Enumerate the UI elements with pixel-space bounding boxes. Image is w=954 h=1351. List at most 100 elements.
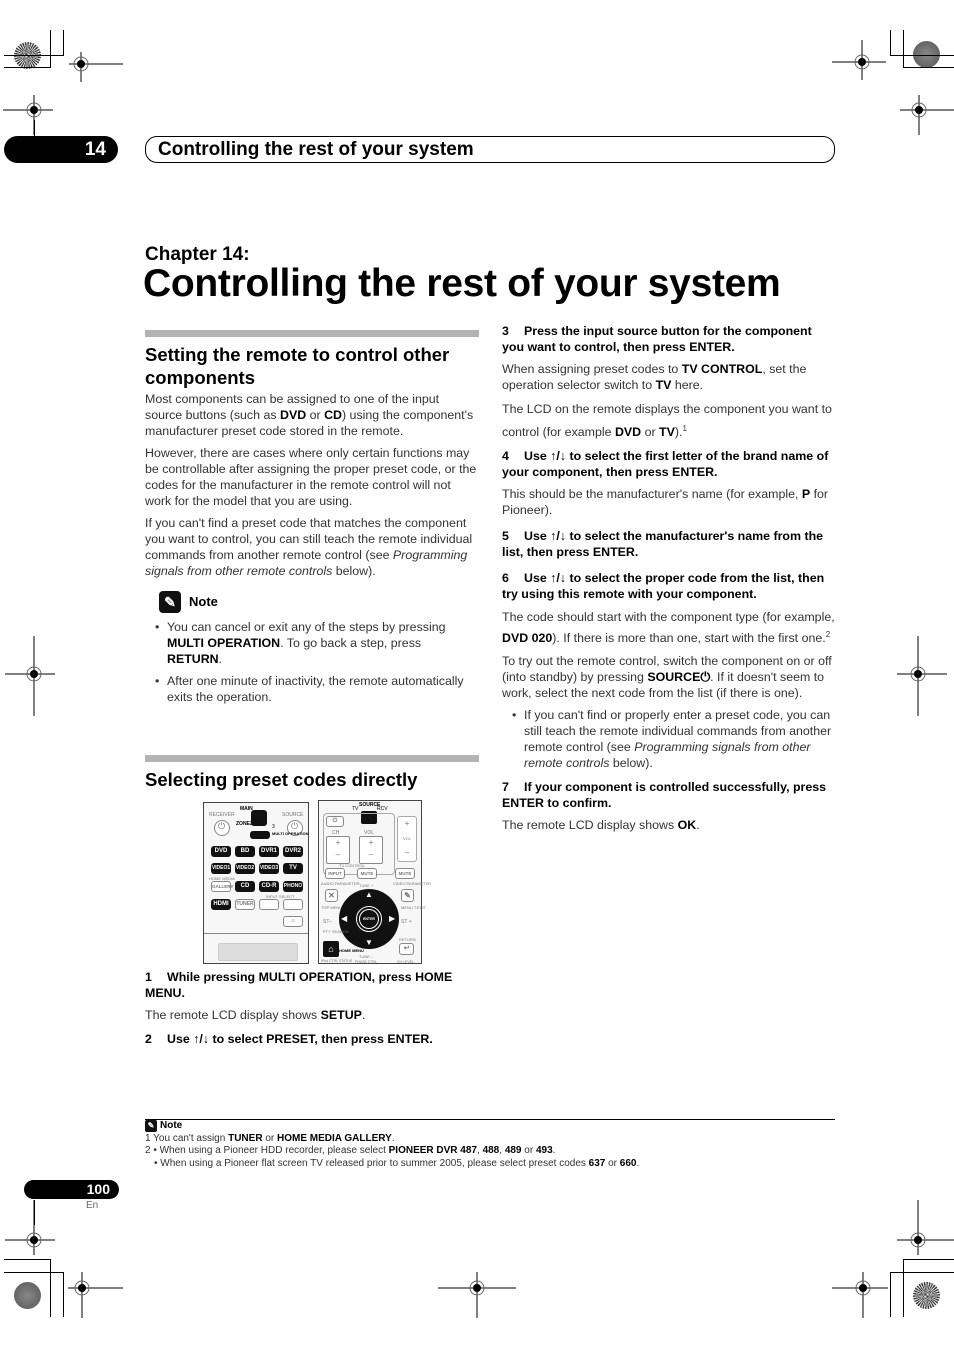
multi-operation-label: MULTI OPERATION	[272, 831, 309, 836]
section-divider	[145, 755, 479, 762]
arrow-right-icon: ▶	[389, 914, 396, 923]
remote-button: TUNER	[235, 899, 255, 910]
crop-line	[903, 1259, 904, 1317]
remote-button: DVR1	[259, 846, 279, 857]
running-header-title: Controlling the rest of your system	[145, 136, 835, 163]
registration-target-icon	[897, 1200, 954, 1255]
note-list: You can cancel or exit any of the steps …	[145, 619, 479, 705]
color-registration-rosette-icon	[913, 1282, 940, 1309]
receiver-volume-rocker: + VOL –	[397, 816, 417, 862]
remote-button: DVD	[211, 846, 231, 857]
registration-target-icon	[5, 1200, 55, 1255]
rcv-label: RCV	[377, 806, 388, 812]
bold-text: SOURCE⏻	[647, 670, 711, 685]
remote-button: MUTE	[357, 868, 377, 879]
paragraph: The remote LCD display shows OK.	[502, 817, 836, 833]
crop-line	[4, 1272, 64, 1273]
text: • When using a Pioneer flat screen TV re…	[154, 1157, 589, 1169]
paragraph: If you can't find a preset code that mat…	[145, 515, 479, 579]
tv-volume-rocker: + –	[359, 836, 383, 864]
remote-button: CD	[235, 881, 255, 892]
color-registration-rosette-icon	[14, 1282, 41, 1309]
crop-line	[4, 55, 64, 56]
text: The remote LCD display shows	[502, 818, 678, 833]
bold-text: DVD 020	[502, 631, 553, 646]
footnote-ref-link[interactable]: 1	[682, 424, 686, 433]
step-6-title: 6 Use ↑/↓ to select the proper code from …	[502, 570, 836, 602]
footnote-1: 1 You can't assign TUNER or HOME MEDIA G…	[145, 1133, 639, 1146]
step-number: 5	[502, 529, 509, 544]
bold-text: DVD	[614, 425, 642, 440]
registration-target-icon	[900, 95, 954, 135]
crop-line	[34, 1200, 35, 1225]
page-title: Controlling the rest of your system	[143, 262, 781, 305]
crop-line	[903, 1259, 954, 1260]
section-title-setting-remote: Setting the remote to control other comp…	[145, 344, 450, 388]
list-item: If you can't find or properly enter a pr…	[512, 707, 836, 771]
arrow-up-icon: ▲	[365, 890, 373, 899]
crop-line	[63, 30, 64, 55]
pty-search-label: PTY SEARCH	[323, 929, 349, 934]
home-menu-button: ⌂	[323, 941, 339, 957]
bold-text: MULTI OPERATION	[167, 636, 281, 650]
bold-text: TV CONTROL	[681, 362, 763, 376]
crop-line	[50, 30, 51, 67]
text: The remote LCD display shows	[145, 1008, 321, 1022]
menu-label: MENU T.EDIT	[401, 905, 427, 910]
return-label: RETURN	[399, 937, 416, 942]
receiver-power-button: ⏻	[214, 820, 230, 836]
bold-text: 637	[588, 1157, 606, 1169]
footnote-ref-link[interactable]: 2	[826, 630, 830, 639]
step-number: 4	[502, 449, 509, 464]
return-button: ↩	[399, 943, 414, 955]
text: Use ↑/↓ to select the manufacturer's nam…	[502, 529, 824, 560]
registration-target-icon	[3, 95, 53, 135]
audio-parameter-label: AUDIO PARAMETER	[321, 881, 360, 886]
light-button: ☼	[283, 916, 303, 927]
step-number: 2	[145, 1032, 152, 1046]
text: This should be the manufacturer's name (…	[502, 487, 802, 502]
pencil-icon: ✎	[159, 591, 181, 613]
remote-button: HDMI	[211, 899, 231, 910]
text: You can cancel or exit any of the steps …	[167, 620, 446, 634]
exit-button: ✕	[325, 889, 338, 902]
text: Press the input source button for the co…	[502, 324, 812, 354]
step-7-title: 7 If your component is controlled success…	[502, 779, 836, 811]
arrow-left-icon: ◀	[341, 914, 348, 923]
footnotes: ✎ Note 1 You can't assign TUNER or HOME …	[145, 1120, 639, 1170]
paragraph: This should be the manufacturer's name (…	[502, 486, 836, 518]
language-code: En	[86, 1200, 99, 1211]
zone3-label: 3	[272, 824, 275, 830]
remote-button: VIDEO1	[211, 863, 231, 874]
receiver-label: RECEIVER	[209, 812, 235, 818]
text: If your component is controlled successf…	[502, 780, 827, 811]
crop-line	[50, 1259, 51, 1317]
step-5-title: 5 Use ↑/↓ to select the manufacturer's na…	[502, 528, 836, 560]
crop-line	[4, 67, 51, 68]
tv-label: TV	[352, 806, 359, 812]
crop-line	[890, 1272, 891, 1317]
tv-channel-rocker: + –	[326, 836, 350, 864]
footnote-2b: • When using a Pioneer flat screen TV re…	[145, 1158, 639, 1171]
text: .	[552, 1145, 556, 1157]
bold-text: TV	[659, 425, 675, 440]
text: .	[391, 1132, 395, 1144]
bold-text: TV	[655, 378, 672, 392]
direction-pad: ▲ ▼ ◀ ▶ ENTER	[339, 889, 399, 949]
step-number: 7	[502, 780, 509, 795]
text: When assigning preset codes to	[502, 362, 682, 376]
text: The code should start with the component…	[502, 610, 835, 625]
st-plus-label: ST +	[401, 919, 412, 925]
bold-text: DVD	[280, 408, 307, 422]
home-menu-label: HOME MENU	[339, 948, 364, 953]
text: 1 You can't assign	[145, 1132, 229, 1144]
text: Use ↑/↓ to select PRESET, then press ENT…	[167, 1032, 433, 1046]
footnote-heading: ✎ Note	[145, 1120, 639, 1133]
text: .	[218, 652, 223, 666]
divider	[204, 933, 308, 934]
remote-illustration-right: TV SOURCE RCV ⏻ CH VOL + – + – TV CONTROL …	[318, 800, 431, 964]
crop-line	[63, 1272, 64, 1317]
crop-line	[903, 67, 954, 68]
paragraph: When assigning preset codes to TV CONTRO…	[502, 361, 836, 393]
footnote-2: 2 • When using a Pioneer HDD recorder, p…	[145, 1145, 639, 1158]
